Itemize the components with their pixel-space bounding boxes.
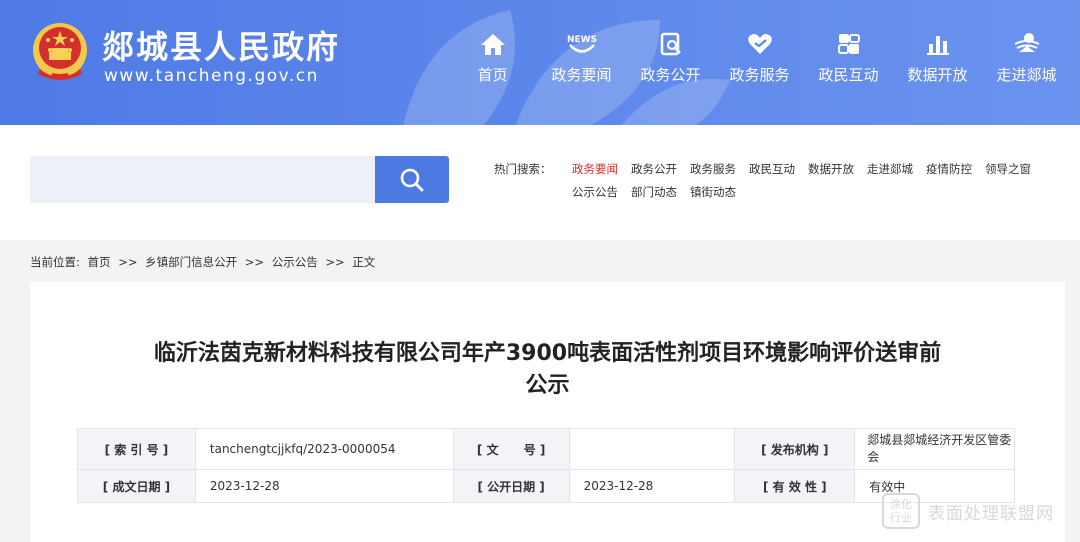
article-title-line: 临沂法茵克新材料科技有限公司年产3900吨表面活性剂项目环境影响评价送审前 <box>153 341 942 366</box>
site-header: 郯城县人民政府 www.tancheng.gov.cn 首页 NEWS 政务要闻… <box>0 0 1080 125</box>
main-nav: 首页 NEWS 政务要闻 政务公开 政务服务 政民互动 数据开放 走进郯城 <box>448 30 1071 85</box>
site-url: www.tancheng.gov.cn <box>104 66 319 86</box>
created-date-value: 2023-12-28 <box>194 469 454 503</box>
nav-label: 数据开放 <box>907 66 968 84</box>
search-section <box>0 125 1080 240</box>
validity-label: [ 有 效 性 ] <box>734 469 856 503</box>
interaction-icon <box>837 34 860 54</box>
hot-search-link[interactable]: 数据开放 <box>808 161 854 177</box>
nav-public[interactable]: 政务公开 <box>626 30 715 85</box>
hot-search-link[interactable]: 公示公告 <box>572 184 618 200</box>
watermark-logo-icon: 涂化行业 <box>882 493 920 529</box>
nav-label: 首页 <box>477 66 508 84</box>
breadcrumb-home[interactable]: 首页 <box>88 255 111 269</box>
watermark-text: 表面处理联盟网 <box>928 503 1054 524</box>
service-heart-icon <box>747 34 772 54</box>
city-icon <box>1014 33 1039 52</box>
hot-search-link[interactable]: 领导之窗 <box>985 161 1031 177</box>
index-value: tanchengtcjjkfq/2023-0000054 <box>194 428 454 470</box>
breadcrumb-separator: >> <box>244 255 265 269</box>
nav-service[interactable]: 政务服务 <box>715 30 804 85</box>
nav-label: 政务要闻 <box>551 66 612 84</box>
publisher-value: 郯城县郯城经济开发区管委会 <box>854 428 1015 470</box>
hot-search-link[interactable]: 政民互动 <box>749 161 795 177</box>
search-button[interactable] <box>375 156 449 203</box>
hot-search-link[interactable]: 镇街动态 <box>690 184 736 200</box>
hot-search-link[interactable]: 疫情防控 <box>926 161 972 177</box>
home-icon <box>480 34 505 55</box>
breadcrumb-notices[interactable]: 公示公告 <box>272 255 318 269</box>
doc-number-label: [ 文 号 ] <box>452 428 570 470</box>
article-meta-table: [ 索 引 号 ] tanchengtcjjkfq/2023-0000054 [… <box>77 428 1015 503</box>
doc-number-value <box>568 428 736 470</box>
data-chart-icon <box>926 36 949 55</box>
breadcrumb-dept-info[interactable]: 乡镇部门信息公开 <box>145 255 237 269</box>
public-info-icon <box>660 32 681 56</box>
nav-label: 走进郯城 <box>996 66 1057 84</box>
breadcrumb-separator: >> <box>118 255 138 269</box>
breadcrumb: 当前位置: 首页 >> 乡镇部门信息公开 >> 公示公告 >> 正文 <box>30 254 379 270</box>
national-emblem-icon <box>33 23 87 80</box>
nav-interaction[interactable]: 政民互动 <box>804 30 893 85</box>
nav-label: 政务公开 <box>640 66 701 84</box>
nav-home[interactable]: 首页 <box>448 30 537 85</box>
nav-label: 政民互动 <box>818 66 879 84</box>
nav-data[interactable]: 数据开放 <box>893 30 982 85</box>
index-label: [ 索 引 号 ] <box>77 428 196 470</box>
site-title[interactable]: 郯城县人民政府 <box>102 22 340 68</box>
search-icon <box>400 168 424 191</box>
hot-search-link[interactable]: 部门动态 <box>631 184 677 200</box>
nav-news[interactable]: NEWS 政务要闻 <box>537 30 626 85</box>
hot-search-link[interactable]: 政务服务 <box>690 161 736 177</box>
breadcrumb-prefix: 当前位置: <box>30 255 80 269</box>
nav-label: 政务服务 <box>729 66 790 84</box>
hot-search-link[interactable]: 政务要闻 <box>572 161 618 177</box>
created-date-label: [ 成文日期 ] <box>77 469 196 503</box>
hot-search-row-1: 政务要闻 政务公开 政务服务 政民互动 数据开放 走进郯城 疫情防控 领导之窗 <box>572 161 1044 177</box>
article-title-line: 公示 <box>525 373 570 398</box>
open-date-value: 2023-12-28 <box>568 469 736 503</box>
hot-search-row-2: 公示公告 部门动态 镇街动态 <box>572 184 749 200</box>
table-row: [ 索 引 号 ] tanchengtcjjkfq/2023-0000054 [… <box>77 428 1015 470</box>
svg-text:NEWS: NEWS <box>567 35 597 45</box>
nav-city[interactable]: 走进郯城 <box>982 30 1071 85</box>
hot-search-label: 热门搜索： <box>494 162 552 176</box>
breadcrumb-separator: >> <box>325 255 345 269</box>
search-input[interactable] <box>30 156 376 203</box>
hot-search-link[interactable]: 走进郯城 <box>867 161 913 177</box>
table-row: [ 成文日期 ] 2023-12-28 [ 公开日期 ] 2023-12-28 … <box>77 469 1015 503</box>
publisher-label: [ 发布机构 ] <box>734 428 856 470</box>
breadcrumb-current: 正文 <box>352 255 376 269</box>
open-date-label: [ 公开日期 ] <box>452 469 570 503</box>
article-title: 临沂法茵克新材料科技有限公司年产3900吨表面活性剂项目环境影响评价送审前 公示 <box>70 338 1025 402</box>
news-icon: NEWS <box>567 35 597 53</box>
watermark: 涂化行业 表面处理联盟网 <box>882 493 1054 529</box>
hot-search-link[interactable]: 政务公开 <box>631 161 677 177</box>
